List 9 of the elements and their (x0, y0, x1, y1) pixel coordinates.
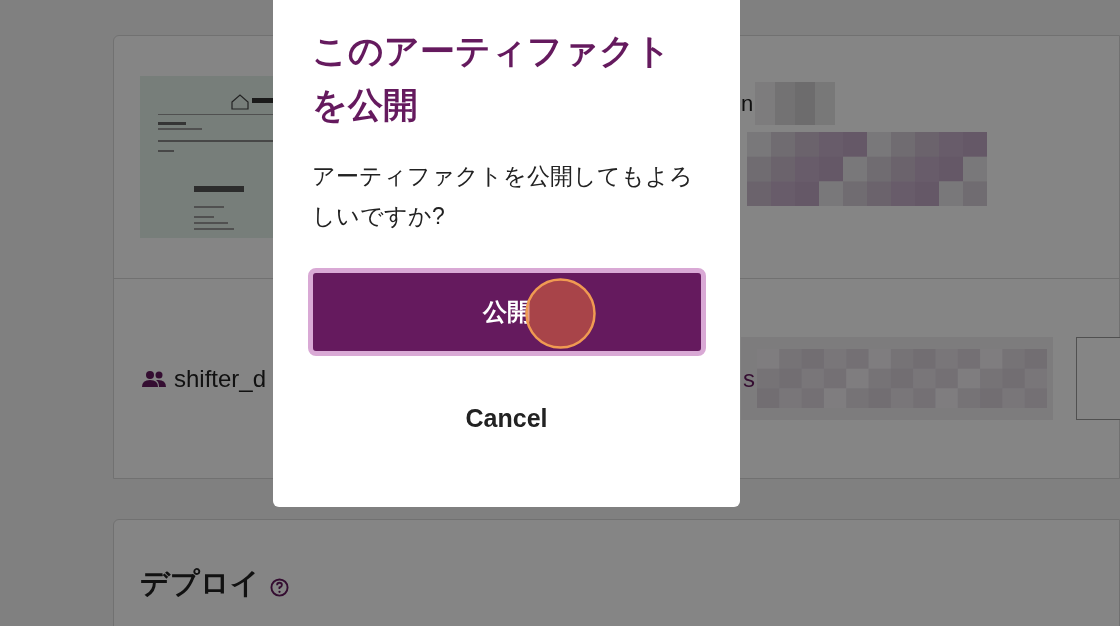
cut-text: s (743, 363, 756, 394)
cut-text: n (741, 90, 755, 118)
cancel-button[interactable]: Cancel (449, 396, 564, 442)
users-icon (142, 369, 166, 388)
dialog-message: アーティファクトを公開してもよろしいですか? (312, 162, 694, 231)
help-icon[interactable] (270, 577, 289, 597)
owner-name: shifter_d (174, 363, 267, 394)
section-title: デプロイ (140, 566, 260, 602)
dialog-title: このアーティファクトを公開 (312, 30, 672, 126)
